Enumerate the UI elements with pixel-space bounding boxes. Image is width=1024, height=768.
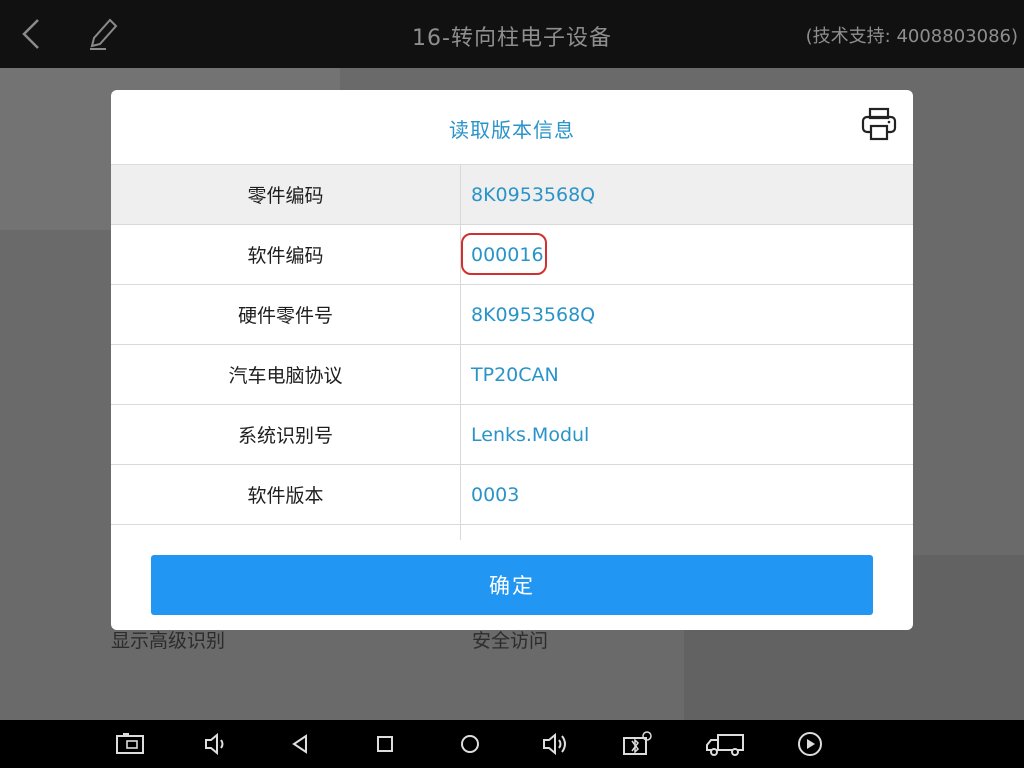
row-value: Lenks.Modul xyxy=(471,423,590,446)
dialog-header: 读取版本信息 xyxy=(111,90,913,165)
red-annotation-circle xyxy=(461,233,547,275)
row-value xyxy=(461,525,913,540)
top-bar: 16-转向柱电子设备 (技术支持: 4008803086) xyxy=(0,0,1024,68)
row-value: 8K0953568Q xyxy=(471,303,596,326)
truck-icon[interactable] xyxy=(705,730,745,758)
vci-bluetooth-icon[interactable] xyxy=(622,730,652,758)
system-nav-bar xyxy=(0,720,1024,768)
recent-apps-icon[interactable] xyxy=(370,730,400,758)
table-row xyxy=(111,525,913,540)
row-label: 软件版本 xyxy=(111,465,461,524)
row-label: 零件编码 xyxy=(111,165,461,224)
table-row: 硬件零件号 8K0953568Q xyxy=(111,285,913,345)
row-value: 0003 xyxy=(471,483,520,506)
advanced-identification-option[interactable]: 显示高级识别 xyxy=(111,626,225,653)
volume-down-icon[interactable] xyxy=(200,730,230,758)
version-info-table: 零件编码 8K0953568Q 软件编码 000016 硬件零件号 8K0953… xyxy=(111,165,913,540)
row-label xyxy=(111,525,461,540)
dialog-title: 读取版本信息 xyxy=(449,118,575,142)
row-label: 汽车电脑协议 xyxy=(111,345,461,404)
row-label: 软件编码 xyxy=(111,225,461,284)
row-value-cell: 000016 xyxy=(461,225,913,284)
table-row: 软件编码 000016 xyxy=(111,225,913,285)
back-triangle-icon[interactable] xyxy=(286,730,316,758)
row-value: TP20CAN xyxy=(471,363,559,386)
support-hotline: (技术支持: 4008803086) xyxy=(805,26,1018,47)
version-info-dialog: 读取版本信息 零件编码 8K0953568Q 软件编码 000016 硬件零件号… xyxy=(111,90,913,630)
confirm-button[interactable]: 确定 xyxy=(151,555,873,615)
table-row: 软件版本 0003 xyxy=(111,465,913,525)
home-circle-icon[interactable] xyxy=(455,730,485,758)
printer-icon[interactable] xyxy=(861,106,897,142)
row-label: 系统识别号 xyxy=(111,405,461,464)
table-row: 系统识别号 Lenks.Modul xyxy=(111,405,913,465)
play-icon[interactable] xyxy=(795,730,825,758)
screenshot-icon[interactable] xyxy=(115,730,145,758)
volume-up-icon[interactable] xyxy=(540,730,570,758)
security-access-option[interactable]: 安全访问 xyxy=(472,626,548,653)
row-value: 8K0953568Q xyxy=(471,183,596,206)
row-label: 硬件零件号 xyxy=(111,285,461,344)
table-row: 汽车电脑协议 TP20CAN xyxy=(111,345,913,405)
table-row: 零件编码 8K0953568Q xyxy=(111,165,913,225)
